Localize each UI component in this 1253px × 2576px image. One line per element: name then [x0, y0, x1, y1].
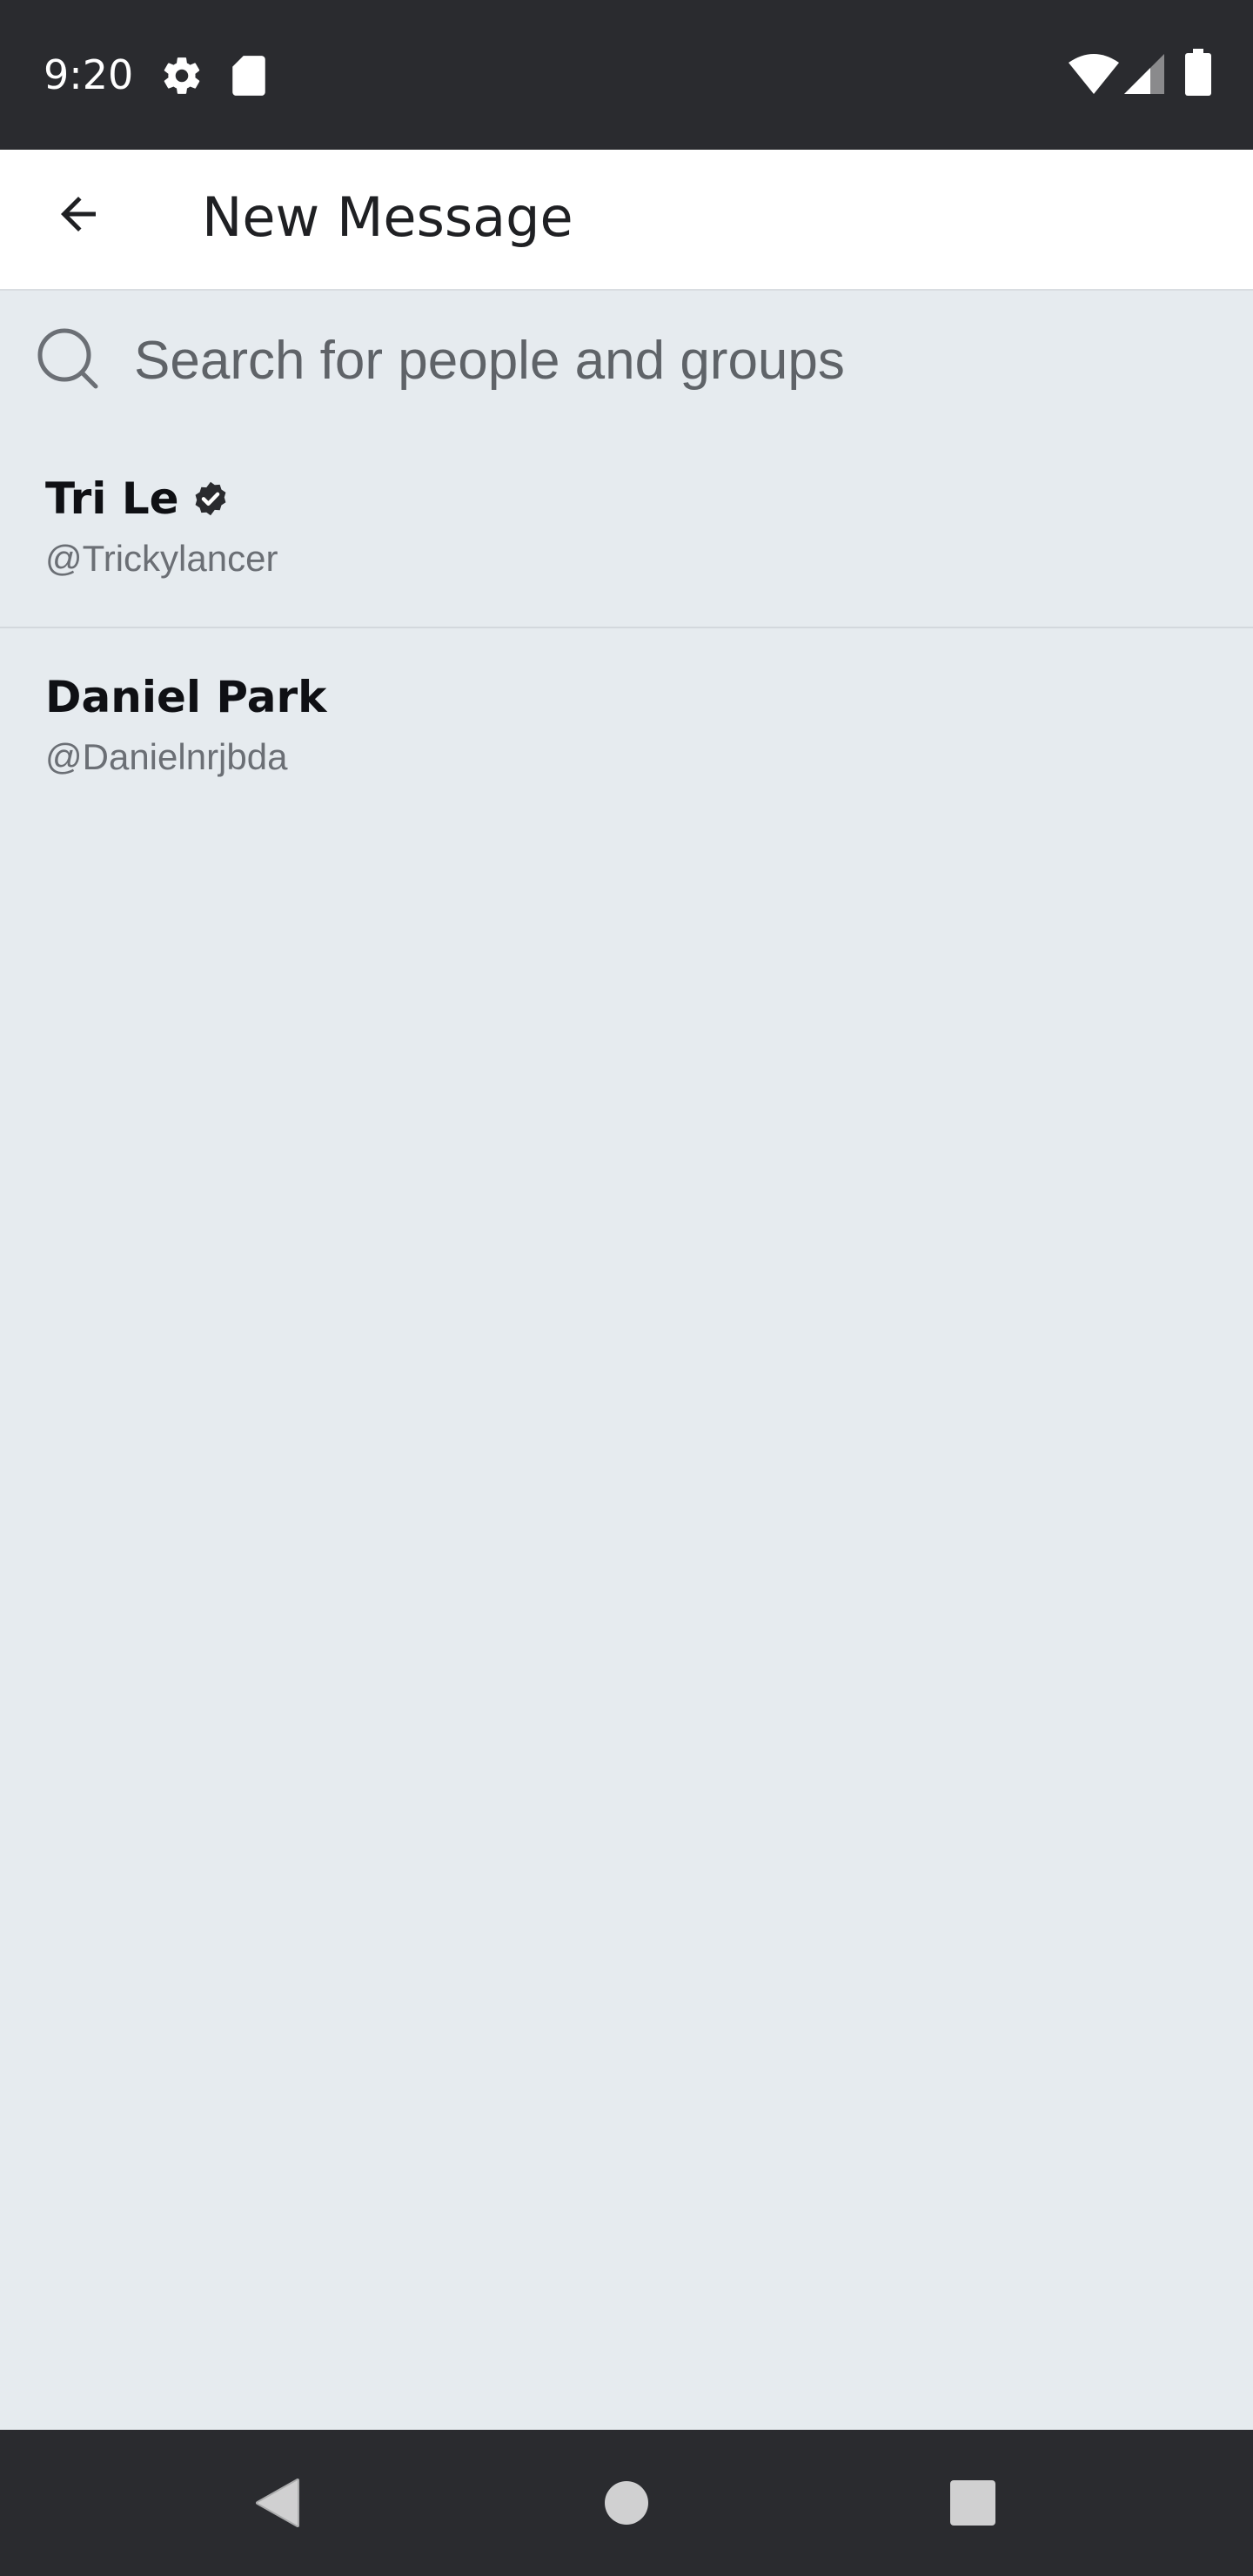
arrow-left-icon — [61, 197, 96, 231]
verified-badge-icon — [195, 481, 226, 516]
search-icon — [37, 328, 98, 389]
settings-gear-icon — [164, 57, 200, 94]
back-triangle-icon — [256, 2479, 299, 2527]
home-circle-icon — [605, 2481, 648, 2525]
back-button[interactable] — [35, 171, 122, 258]
battery-icon — [1185, 49, 1211, 96]
search-input[interactable] — [134, 317, 1213, 404]
recents-square-icon — [950, 2480, 995, 2526]
contact-list: Tri Le @Trickylancer Daniel Park @Daniel… — [0, 430, 1253, 825]
nav-back-button[interactable] — [190, 2430, 364, 2576]
nav-home-button[interactable] — [539, 2430, 714, 2576]
contact-name: Tri Le — [45, 473, 179, 524]
status-time: 9:20 — [44, 51, 134, 98]
list-item[interactable]: Tri Le @Trickylancer — [0, 430, 1253, 628]
status-bar: 9:20 — [0, 0, 1253, 150]
sd-card-icon — [232, 56, 265, 96]
navigation-bar — [0, 2430, 1253, 2576]
wifi-icon — [1069, 54, 1119, 94]
contact-name-line: Tri Le — [45, 468, 230, 529]
contact-name: Daniel Park — [45, 672, 327, 722]
contact-handle: @Trickylancer — [45, 538, 278, 579]
contact-handle: @Danielnrjbda — [45, 736, 288, 777]
contact-name-line: Daniel Park — [45, 667, 326, 728]
list-item[interactable]: Daniel Park @Danielnrjbda — [0, 628, 1253, 825]
nav-recents-button[interactable] — [886, 2430, 1060, 2576]
cellular-signal-icon — [1124, 54, 1164, 94]
app-bar: New Message — [0, 150, 1253, 291]
search-bar[interactable] — [0, 291, 1253, 430]
page-title: New Message — [202, 185, 573, 249]
